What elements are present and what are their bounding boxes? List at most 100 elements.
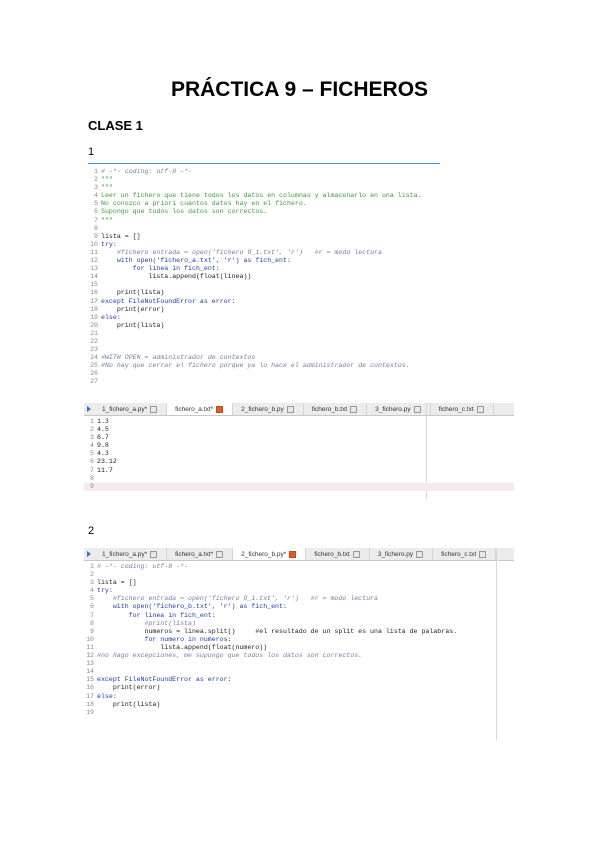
code-line: 26 xyxy=(88,370,440,378)
line-number: 19 xyxy=(86,708,94,716)
close-tab-icon[interactable] xyxy=(476,405,484,413)
editor-tab[interactable]: fichero_b.txt xyxy=(304,403,368,415)
code-line: 17 else: xyxy=(84,693,514,701)
line-number: 10 xyxy=(90,240,98,248)
editor-tab[interactable]: 3_fichero.py xyxy=(370,548,434,560)
code-text: print(lista) xyxy=(101,289,165,297)
code-line: 14 lista.append(float(linea)) xyxy=(88,273,440,281)
line-number: 18 xyxy=(90,305,98,313)
editor-tab-label: 1_fichero_a.py* xyxy=(102,550,148,558)
line-number: 3 xyxy=(90,434,94,442)
code-editor-1[interactable]: 1 # -*- coding: utf-8 -*- 2 """ 3 """ 4 Leer un… xyxy=(88,168,440,387)
editor-tab-bar-1: 1_fichero_a.py* fichero_a.txt* 2_fichero_b… xyxy=(84,403,514,416)
code-text: 6.7 xyxy=(97,434,109,442)
close-tab-icon[interactable] xyxy=(479,550,487,558)
close-tab-icon[interactable] xyxy=(413,405,421,413)
code-text: with open('fichero_b.txt', 'r') as fich_… xyxy=(97,603,287,611)
editor-tab[interactable]: fichero_c.txt xyxy=(433,548,497,560)
code-text: """ xyxy=(101,184,113,192)
line-number: 13 xyxy=(90,265,98,273)
line-number: 14 xyxy=(90,273,98,281)
close-tab-icon[interactable] xyxy=(416,550,424,558)
editor-tab[interactable]: fichero_c.txt xyxy=(431,403,494,415)
line-number: 1 xyxy=(90,418,94,425)
code-text: lista = [] xyxy=(97,579,137,587)
close-tab-icon[interactable] xyxy=(350,405,358,413)
editor-tab-label: fichero_a.txt* xyxy=(175,550,214,558)
code-text: print(lista) xyxy=(97,700,161,708)
code-text: numeros = linea.split() #el resultado de… xyxy=(97,627,458,635)
editor-tab[interactable]: 1_fichero_a.py* xyxy=(94,548,168,560)
line-number: 15 xyxy=(86,676,94,684)
code-line: 1 1.3 xyxy=(84,418,514,426)
close-tab-icon[interactable] xyxy=(216,405,224,413)
code-editor-2[interactable]: 1 # -*- coding: utf-8 -*- 2 3 lista = [] 4 try… xyxy=(84,563,514,717)
line-number: 1 xyxy=(94,168,98,175)
line-number: 16 xyxy=(90,289,98,297)
code-text: else: xyxy=(97,692,117,700)
code-line: 12 #no hago excepciones, me supongo que t… xyxy=(84,652,514,660)
figure-number-2: 2 xyxy=(88,525,95,537)
editor-tab-label: 2_fichero_b.py* xyxy=(241,550,287,558)
line-number: 12 xyxy=(90,257,98,265)
editor-tab-label: 3_fichero.py xyxy=(377,550,414,558)
code-line: 10 try: xyxy=(88,241,440,249)
code-line: 13 for linea in fich_ent: xyxy=(88,265,440,273)
line-number: 12 xyxy=(86,652,94,660)
code-line: 9 xyxy=(84,482,514,491)
code-line: 7 """ xyxy=(88,217,440,225)
code-line: 16 print(lista) xyxy=(88,289,440,297)
editor-tab[interactable]: fichero_a.txt* xyxy=(167,548,234,560)
code-line: 11 lista.append(float(numero)) xyxy=(84,644,514,652)
line-number: 24 xyxy=(90,354,98,362)
line-number: 9 xyxy=(94,232,98,240)
code-line: 6 23.12 xyxy=(84,458,514,466)
code-line: 6 with open('fichero_b.txt', 'r') as fic… xyxy=(84,603,514,611)
section-heading: CLASE 1 xyxy=(88,118,143,133)
close-tab-icon[interactable] xyxy=(150,405,158,413)
line-number: 6 xyxy=(94,208,98,216)
code-text: No conozco a priori cuantos datos hay en… xyxy=(101,200,307,208)
line-number: 21 xyxy=(90,329,98,337)
editor-tab[interactable]: fichero_a.txt* xyxy=(167,403,234,415)
code-line: 19 else: xyxy=(88,314,440,322)
editor-screenshot-1: 1 # -*- coding: utf-8 -*- 2 """ 3 """ 4 Leer un… xyxy=(88,163,440,398)
tab-scroll-arrow-icon[interactable] xyxy=(84,403,94,415)
editor-tab[interactable]: fichero_b.txt xyxy=(306,548,370,560)
close-tab-icon[interactable] xyxy=(289,550,297,558)
editor-tab[interactable]: 3_fichero.py xyxy=(367,403,431,415)
line-number: 5 xyxy=(90,595,94,603)
close-tab-icon[interactable] xyxy=(352,550,360,558)
code-text: #WITH OPEN = administrador de contextos xyxy=(101,354,256,362)
close-tab-icon[interactable] xyxy=(216,550,224,558)
line-number: 20 xyxy=(90,321,98,329)
editor-tab-bar-2: 1_fichero_a.py* fichero_a.txt* 2_fichero_b… xyxy=(84,548,514,561)
data-file-editor[interactable]: 1 1.3 2 4.5 3 6.7 4 9.8 5 4.3 6 23.12 7 11.7 8 9 xyxy=(84,418,514,491)
code-line: 8 xyxy=(84,475,514,483)
code-text: """ xyxy=(101,176,113,184)
editor-tab-label: fichero_c.txt xyxy=(438,405,474,413)
editor-tab-label: 1_fichero_a.py* xyxy=(102,405,148,413)
code-text: 9.8 xyxy=(97,442,109,450)
code-text: for linea in fich_ent: xyxy=(97,611,216,619)
code-text: for numero in numeros: xyxy=(97,635,232,643)
code-line: 21 xyxy=(88,330,440,338)
code-text: Leer un fichero que tiene todos los dato… xyxy=(101,192,422,200)
close-tab-icon[interactable] xyxy=(286,405,294,413)
line-number: 3 xyxy=(94,184,98,192)
line-number: 23 xyxy=(90,346,98,354)
close-tab-icon[interactable] xyxy=(150,550,158,558)
code-line: 5 #fichero entrada = open('fichero 9_1.t… xyxy=(84,595,514,603)
code-line: 3 """ xyxy=(88,184,440,192)
editor-tab[interactable]: 1_fichero_a.py* xyxy=(94,403,168,415)
editor-tab-label: 2_fichero_b.py xyxy=(241,405,284,413)
line-number: 9 xyxy=(90,627,94,635)
editor-tab[interactable]: 2_fichero_b.py xyxy=(233,403,304,415)
editor-tab[interactable]: 2_fichero_b.py* xyxy=(233,548,307,560)
code-line: 16 print(error) xyxy=(84,684,514,692)
line-number: 4 xyxy=(90,587,94,595)
code-text: 23.12 xyxy=(97,458,117,466)
tab-scroll-arrow-icon[interactable] xyxy=(84,548,94,560)
line-number: 17 xyxy=(90,297,98,305)
line-number: 25 xyxy=(90,362,98,370)
